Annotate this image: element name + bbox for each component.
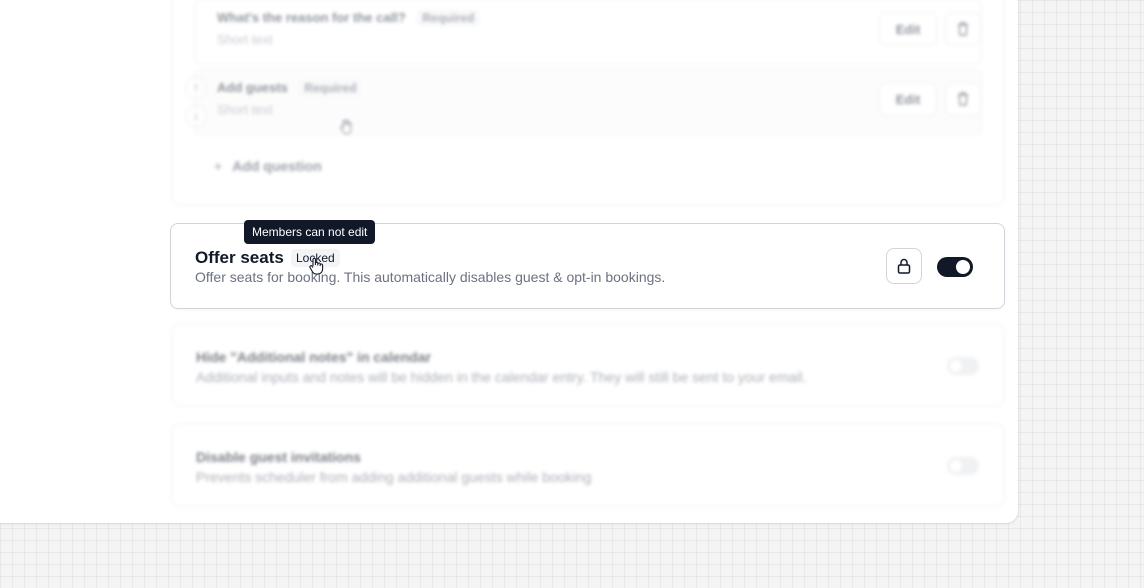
toggle-knob: [950, 360, 962, 372]
lock-button[interactable]: [886, 248, 922, 284]
add-question-button[interactable]: + Add question: [214, 158, 322, 174]
question-title-text: What's the reason for the call?: [217, 10, 406, 25]
required-badge: Required: [299, 80, 362, 96]
arrow-down-icon: ↓: [193, 110, 199, 122]
hide-notes-card: Hide "Additional notes" in calendar Addi…: [171, 323, 1005, 407]
offer-seats-description: Offer seats for booking. This automatica…: [195, 269, 666, 285]
question-row[interactable]: What's the reason for the call? Required…: [194, 0, 982, 65]
grab-cursor-icon: [340, 119, 352, 135]
option-description: Prevents scheduler from adding additiona…: [196, 469, 592, 485]
trash-icon: [958, 22, 968, 36]
hand-cursor-icon: [309, 257, 324, 275]
toggle-knob: [956, 260, 970, 274]
disable-guests-card: Disable guest invitations Prevents sched…: [171, 423, 1005, 507]
delete-button[interactable]: [945, 12, 981, 46]
delete-button[interactable]: [945, 82, 981, 116]
option-description: Additional inputs and notes will be hidd…: [196, 369, 807, 385]
tooltip: Members can not edit: [244, 220, 376, 244]
hide-notes-toggle[interactable]: [947, 357, 979, 375]
question-title: What's the reason for the call? Required: [217, 10, 480, 26]
question-title: Add guests Required: [217, 80, 362, 96]
option-title: Disable guest invitations: [196, 449, 361, 465]
lock-icon: [897, 258, 911, 274]
question-row[interactable]: Add guests Required Short text Edit: [194, 69, 982, 135]
offer-seats-title: Offer seats: [195, 248, 284, 267]
arrow-up-icon: ↑: [193, 82, 199, 94]
move-up-button[interactable]: ↑: [185, 77, 207, 99]
required-badge: Required: [417, 10, 480, 26]
disable-guests-toggle[interactable]: [947, 457, 979, 475]
edit-button[interactable]: Edit: [879, 12, 937, 46]
edit-button[interactable]: Edit: [879, 82, 937, 116]
booking-questions-card: What's the reason for the call? Required…: [171, 0, 1005, 206]
plus-icon: +: [214, 158, 223, 174]
question-title-text: Add guests: [217, 80, 288, 95]
toggle-knob: [950, 460, 962, 472]
offer-seats-toggle[interactable]: [937, 257, 973, 277]
question-type: Short text: [217, 32, 273, 47]
trash-icon: [958, 92, 968, 106]
add-question-label: Add question: [232, 158, 322, 174]
option-title: Hide "Additional notes" in calendar: [196, 349, 431, 365]
question-type: Short text: [217, 102, 273, 117]
move-down-button[interactable]: ↓: [185, 105, 207, 127]
